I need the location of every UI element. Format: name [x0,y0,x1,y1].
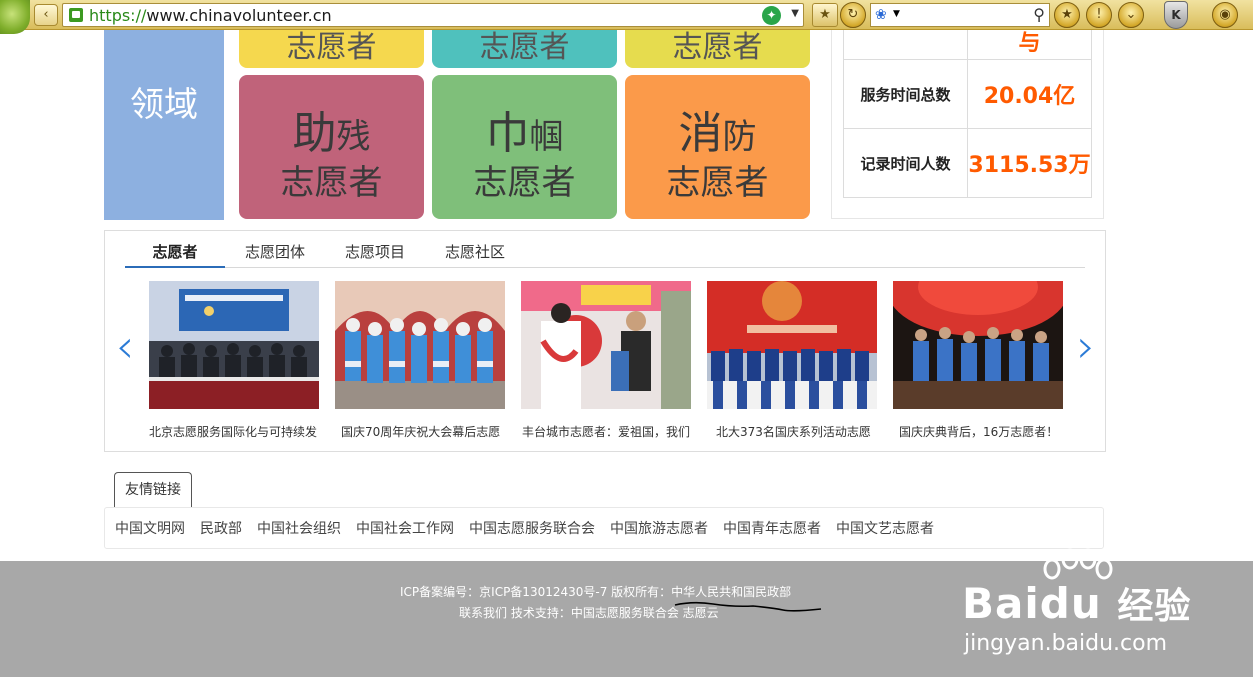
tile-text: 志愿者 [286,30,377,65]
stats-panel: 与 服务时间总数 20.04亿 记录时间人数 3115.53万 [831,30,1104,219]
tile-text: 志愿者 [672,30,763,65]
watermark-logo: Baidu 经验 [962,577,1191,629]
tile-subtitle: 志愿者 [473,163,576,203]
friend-link[interactable]: 中国社会组织 [257,518,341,538]
stats-value: 20.04亿 [967,59,1092,129]
domain-tile-top-1[interactable]: 志愿者 [239,30,424,68]
gallery-photo[interactable] [707,281,877,409]
next-arrow-icon[interactable]: › [1071,316,1101,376]
volunteer-gallery: 志愿者 志愿团体 志愿项目 志愿社区 ‹ › 北京志愿服务国际化与可持续发 国庆… [104,230,1106,452]
logo-jingyan: 经验 [1117,586,1192,627]
baidu-paw-icon[interactable]: ❀ [875,7,887,23]
search-box[interactable]: ❀ ▼ ⚲ [870,3,1050,27]
stats-value: 3115.53万 [967,128,1092,198]
tile-big-char: 巾 [485,108,530,159]
stats-label: 记录时间人数 [843,128,968,198]
gallery-photo[interactable] [893,281,1063,409]
lock-icon [69,8,83,22]
tile-big-char: 助 [292,108,337,159]
browser-toolbar: ‹ https://www.chinavolunteer.cn ✦ ▼ ★ ↻ … [0,0,1253,34]
friend-link[interactable]: 中国文明网 [115,518,185,538]
tab-community[interactable]: 志愿社区 [425,241,525,268]
gallery-caption[interactable]: 北京志愿服务国际化与可持续发 [149,423,324,440]
stats-value: 与 [967,30,1092,60]
gallery-photo[interactable] [335,281,505,409]
page-footer: ICP备案编号：京ICP备13012430号-7 版权所有：中华人民共和国民政部… [0,548,1253,677]
refresh-icon[interactable]: ↻ [840,2,866,28]
logo-bai: Bai [962,579,1040,628]
tile-small-char: 防 [722,117,757,157]
footer-icp: ICP备案编号：京ICP备13012430号-7 版权所有：中华人民共和国民政部 [400,585,792,599]
tile-title: 助残 [239,97,424,161]
friend-links-tab[interactable]: 友情链接 [114,472,192,508]
url-host: www.chinavolunteer.cn [146,6,332,25]
friend-link[interactable]: 中国社会工作网 [356,518,454,538]
tile-small-char: 残 [336,117,371,157]
gallery-caption[interactable]: 国庆70周年庆祝大会幕后志愿 [341,423,516,440]
logo-du: du [1039,579,1102,628]
gallery-photo[interactable] [521,281,691,409]
page-content: 领域 志愿者 志愿者 志愿者 助残 志愿者 巾帼 志愿者 消防 志愿者 与 服务… [0,30,1253,677]
friend-link[interactable]: 民政部 [200,518,242,538]
bulb-icon[interactable]: ! [1086,2,1112,28]
download-icon[interactable]: ⌄ [1118,2,1144,28]
tab-volunteers[interactable]: 志愿者 [125,241,225,268]
gallery-caption[interactable]: 丰台城市志愿者：爱祖国，我们 [522,423,697,440]
tile-text: 志愿者 [479,30,570,65]
gallery-caption[interactable]: 国庆庆典背后，16万志愿者！ [899,423,1074,440]
star-icon[interactable]: ★ [1054,2,1080,28]
tile-subtitle: 志愿者 [280,163,383,203]
friend-link[interactable]: 中国文艺志愿者 [836,518,934,538]
pen-scribble [674,601,822,612]
search-icon[interactable]: ⚲ [1033,5,1045,24]
gallery-tabs: 志愿者 志愿团体 志愿项目 志愿社区 [125,241,1085,268]
shield-icon[interactable]: K [1164,1,1188,29]
chevron-down-icon[interactable]: ▼ [791,8,799,19]
domain-label: 领域 [104,30,224,220]
domain-tile-fire[interactable]: 消防 志愿者 [625,75,810,219]
back-button[interactable]: ‹ [34,4,58,26]
gallery-photo[interactable] [149,281,319,409]
friend-link[interactable]: 中国旅游志愿者 [610,518,708,538]
tile-subtitle: 志愿者 [666,163,769,203]
tab-projects[interactable]: 志愿项目 [325,241,425,268]
domain-tile-disabled[interactable]: 助残 志愿者 [239,75,424,219]
friend-link[interactable]: 中国志愿服务联合会 [469,518,595,538]
stats-table: 与 服务时间总数 20.04亿 记录时间人数 3115.53万 [843,30,1092,198]
gamepad-icon[interactable]: ◉ [1212,2,1238,28]
gallery-caption[interactable]: 北大373名国庆系列活动志愿 [716,423,891,440]
domain-tile-top-2[interactable]: 志愿者 [432,30,617,68]
watermark-url: jingyan.baidu.com [964,631,1168,656]
friend-links: 中国文明网 民政部 中国社会组织 中国社会工作网 中国志愿服务联合会 中国旅游志… [104,507,1104,549]
stats-label [843,30,968,60]
favorite-star-icon[interactable]: ★ [812,3,838,27]
domain-tile-top-3[interactable]: 志愿者 [625,30,810,68]
browser-logo-icon [0,0,30,34]
chevron-down-icon[interactable]: ▼ [893,9,900,19]
url-protocol: https:// [89,6,147,25]
tile-big-char: 消 [678,108,723,159]
stats-label: 服务时间总数 [843,59,968,129]
domain-tile-women[interactable]: 巾帼 志愿者 [432,75,617,219]
tile-small-char: 帼 [529,117,564,157]
baidu-jingyan-watermark: Baidu 经验 jingyan.baidu.com [962,548,1242,677]
tile-title: 巾帼 [432,97,617,161]
tab-groups[interactable]: 志愿团体 [225,241,325,268]
tile-title: 消防 [625,97,810,161]
security-icon[interactable]: ✦ [762,6,781,25]
friend-link[interactable]: 中国青年志愿者 [723,518,821,538]
prev-arrow-icon[interactable]: ‹ [110,316,140,376]
url-text[interactable]: https://www.chinavolunteer.cn [89,6,332,25]
address-bar[interactable]: https://www.chinavolunteer.cn ✦ ▼ [62,3,804,27]
